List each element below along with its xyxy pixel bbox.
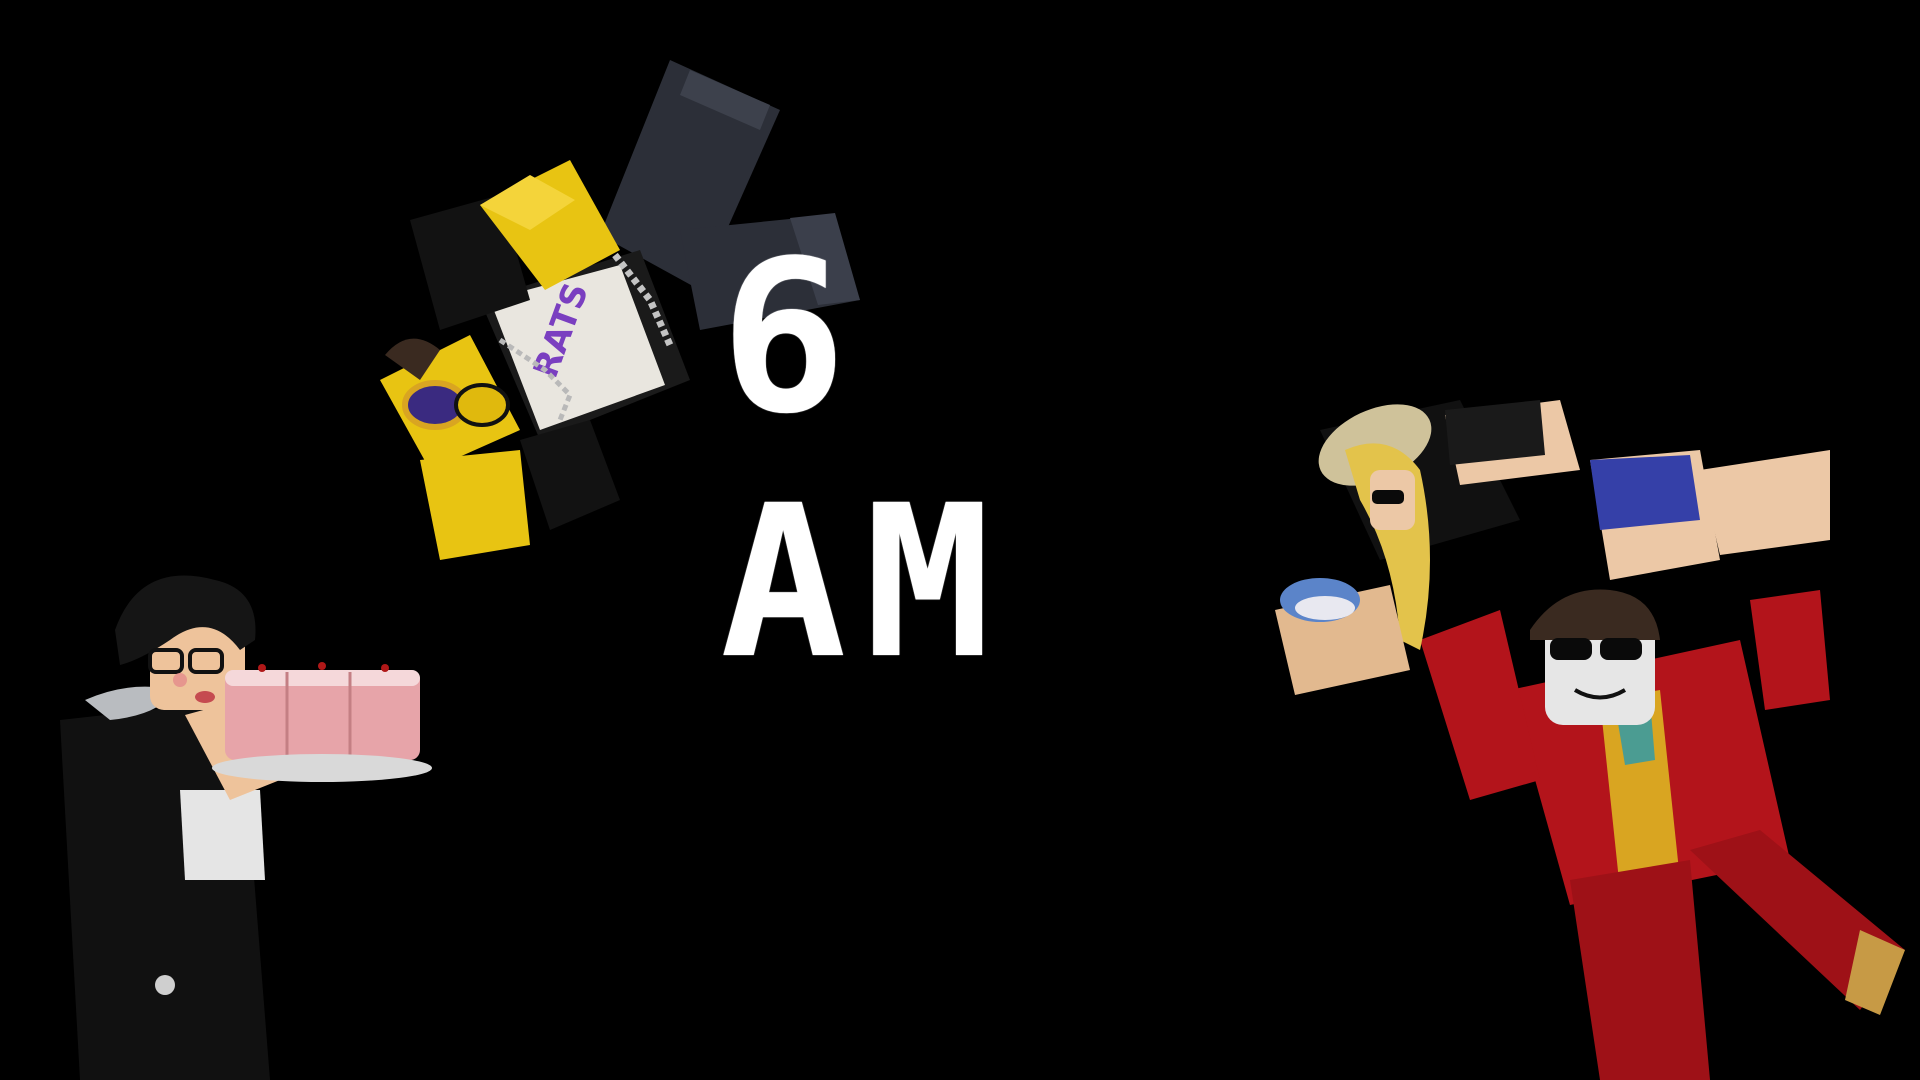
hour-label: 6 AM [720,215,1009,705]
game-scene: RATS 6 AM [0,0,1920,1080]
